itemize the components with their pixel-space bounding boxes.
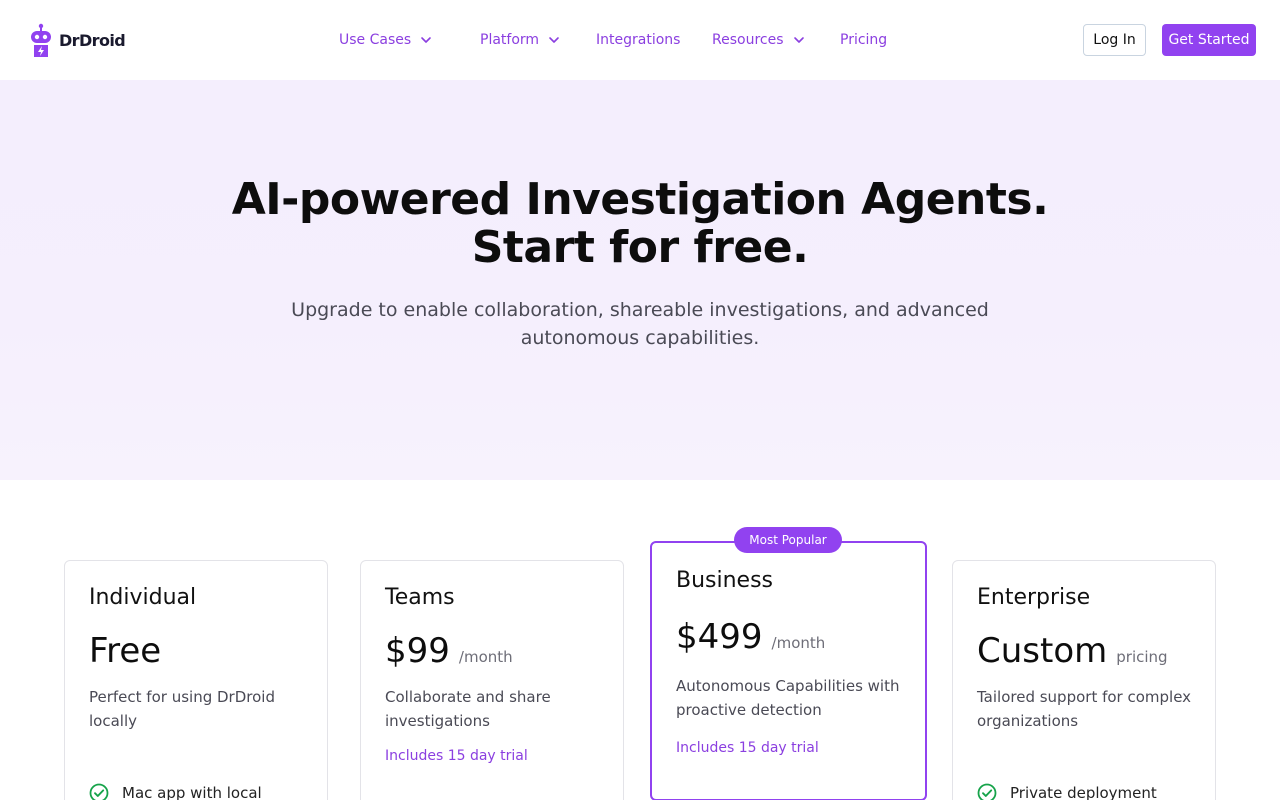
plan-card-individual: Individual Free Perfect for using DrDroi…	[64, 560, 328, 800]
chevron-down-icon	[793, 37, 804, 43]
hero-title-line-1: AI-powered Investigation Agents.	[231, 174, 1049, 225]
feature-label: Mac app with local	[122, 784, 262, 800]
plan-period: pricing	[1116, 648, 1168, 666]
nav-pricing-label: Pricing	[840, 32, 888, 48]
plan-card-business: Business $499 /month Autonomous Capabili…	[650, 541, 927, 800]
price-row: Free	[89, 631, 161, 671]
plan-card-enterprise: Enterprise Custom pricing Tailored suppo…	[952, 560, 1216, 800]
brand-logo[interactable]: DrDroid	[30, 22, 126, 58]
hero-title-line-2: Start for free.	[471, 222, 809, 273]
login-button[interactable]: Log In	[1083, 24, 1146, 56]
most-popular-badge: Most Popular	[734, 527, 842, 553]
hero-section: AI-powered Investigation Agents. Start f…	[0, 80, 1280, 480]
brand-name: DrDroid	[59, 30, 126, 50]
price-row: $99 /month	[385, 631, 513, 671]
nav-use-cases[interactable]: Use Cases	[339, 30, 433, 50]
feature-item: Private deployment	[977, 783, 1157, 800]
nav-use-cases-label: Use Cases	[339, 32, 412, 48]
nav-resources[interactable]: Resources	[712, 30, 806, 50]
nav-pricing[interactable]: Pricing	[840, 30, 887, 50]
feature-item: Mac app with local	[89, 783, 262, 800]
plan-price: Free	[89, 631, 162, 671]
top-nav: DrDroid Use Cases Platform Integrations …	[0, 0, 1280, 80]
nav-integrations-label: Integrations	[596, 32, 681, 48]
get-started-button[interactable]: Get Started	[1162, 24, 1256, 56]
check-circle-icon	[977, 783, 997, 800]
plan-price: Custom	[977, 631, 1108, 671]
plan-name: Business	[676, 568, 774, 593]
plan-description: Tailored support for complex organizatio…	[977, 688, 1192, 730]
plan-name: Enterprise	[977, 585, 1091, 610]
price-row: $499 /month	[676, 617, 825, 657]
plan-description: Perfect for using DrDroid locally	[89, 688, 275, 730]
hero-title: AI-powered Investigation Agents. Start f…	[0, 176, 1280, 272]
plan-card-teams: Teams $99 /month Collaborate and share i…	[360, 560, 624, 800]
plan-period: /month	[771, 634, 826, 652]
check-circle-icon	[89, 783, 109, 800]
plan-price: $499	[676, 617, 763, 657]
robot-logo-icon	[30, 23, 52, 57]
plan-price: $99	[385, 631, 450, 671]
price-row: Custom pricing	[977, 631, 1168, 671]
plan-name: Teams	[385, 585, 455, 610]
chevron-down-icon	[421, 37, 431, 43]
plan-period: /month	[458, 648, 513, 666]
nav-resources-label: Resources	[712, 32, 784, 48]
nav-platform-label: Platform	[480, 32, 540, 48]
nav-platform[interactable]: Platform	[480, 30, 561, 50]
feature-label: Private deployment	[1010, 784, 1157, 800]
trial-note: Includes 15 day trial	[385, 748, 528, 764]
plan-name: Individual	[89, 585, 197, 610]
plan-description: Autonomous Capabilities with proactive d…	[676, 677, 900, 719]
trial-note: Includes 15 day trial	[676, 740, 819, 756]
hero-subtitle: Upgrade to enable collaboration, shareab…	[291, 299, 989, 349]
nav-integrations[interactable]: Integrations	[596, 30, 680, 50]
plan-description: Collaborate and share investigations	[385, 688, 551, 730]
chevron-down-icon	[549, 37, 559, 43]
